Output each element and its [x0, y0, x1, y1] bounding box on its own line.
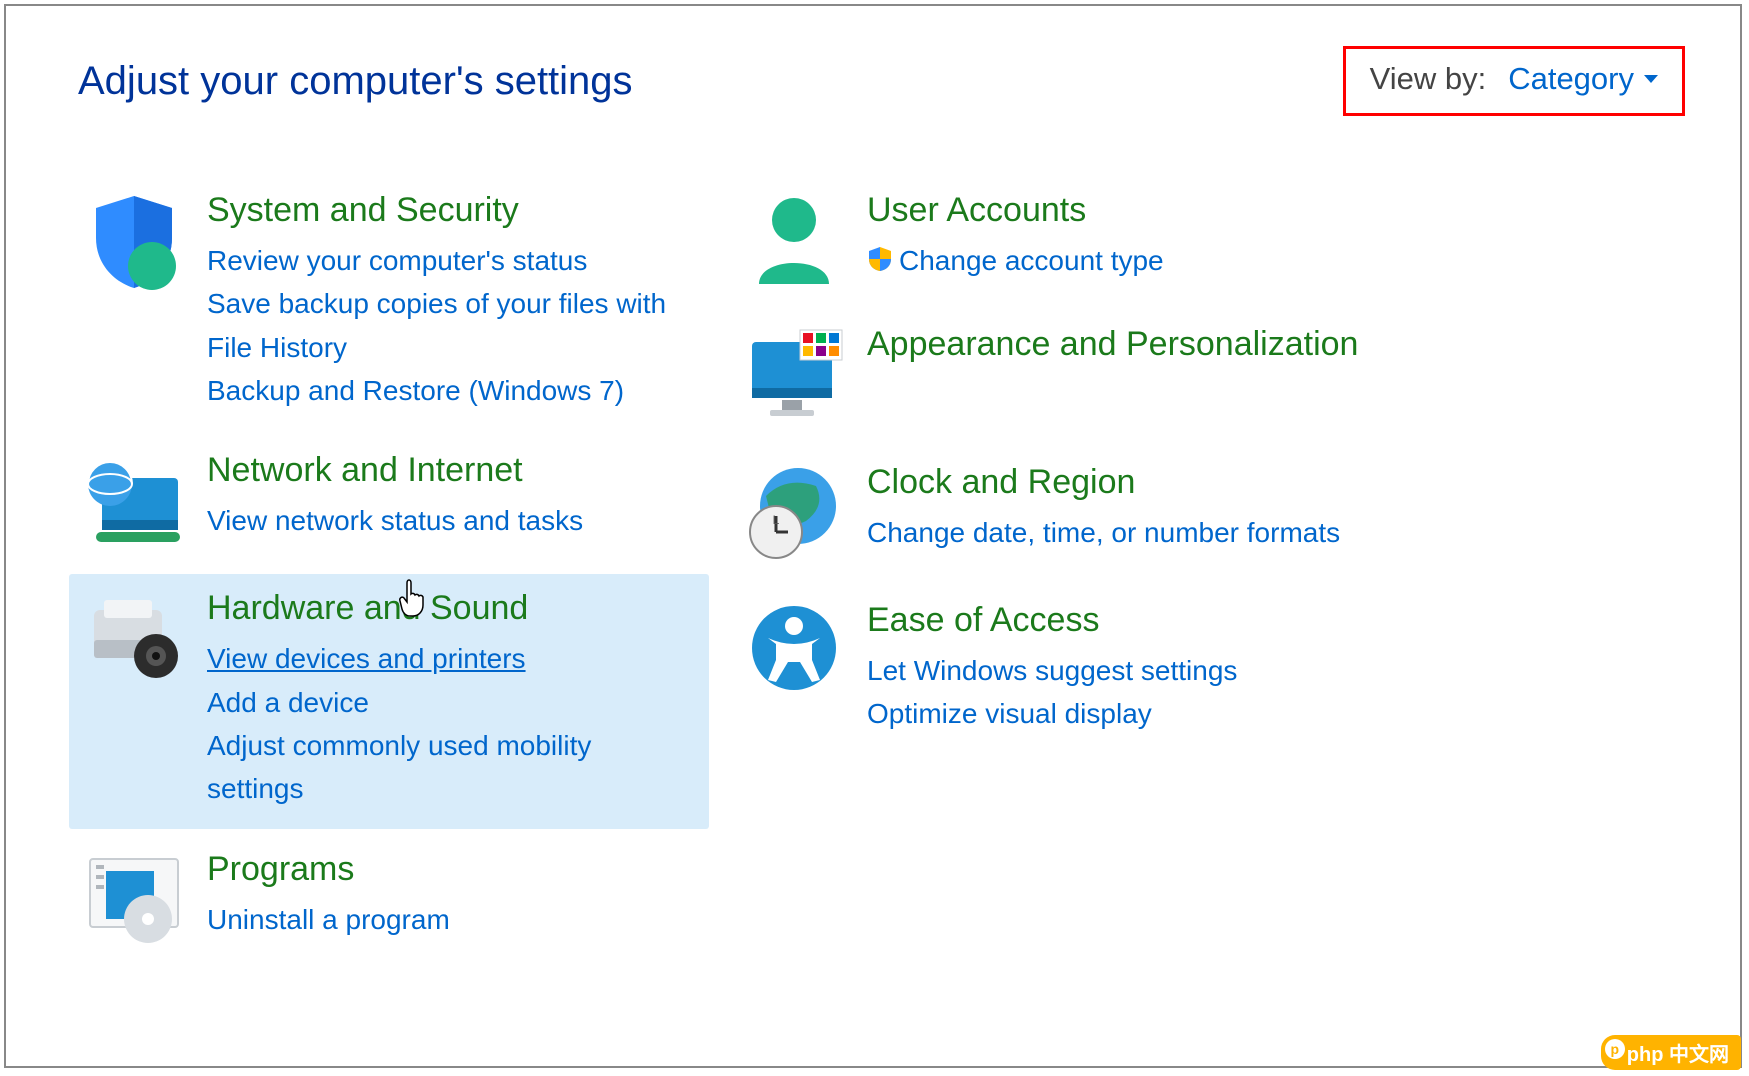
watermark-text: 中文网 [1669, 1044, 1729, 1066]
viewby-value[interactable]: Category [1508, 61, 1658, 97]
categories-container: System and Security Review your computer… [6, 136, 1740, 969]
category-title[interactable]: Programs [207, 849, 693, 890]
uac-shield-icon [867, 241, 893, 284]
category-clock-region[interactable]: L Clock and Region Change date, time, or… [729, 448, 1700, 580]
category-body: Ease of Access Let Windows suggest setti… [849, 600, 1684, 736]
category-title[interactable]: System and Security [207, 190, 693, 231]
monitor-icon [739, 324, 849, 424]
programs-icon [79, 849, 189, 945]
category-user-accounts[interactable]: User Accounts Change account type [729, 176, 1700, 304]
link-add-device[interactable]: Add a device [207, 681, 693, 724]
category-body: System and Security Review your computer… [189, 190, 693, 412]
category-title[interactable]: Clock and Region [867, 462, 1684, 503]
category-title[interactable]: User Accounts [867, 190, 1684, 231]
link-suggest-settings[interactable]: Let Windows suggest settings [867, 649, 1684, 692]
category-body: Hardware and Sound View devices and prin… [189, 588, 693, 810]
category-programs[interactable]: Programs Uninstall a program [69, 835, 709, 963]
network-icon [79, 450, 189, 550]
category-title[interactable]: Network and Internet [207, 450, 693, 491]
watermark: p php 中文网 [1601, 1035, 1741, 1070]
category-hardware-sound[interactable]: Hardware and Sound View devices and prin… [69, 574, 709, 828]
category-body: Clock and Region Change date, time, or n… [849, 462, 1684, 562]
link-network-status[interactable]: View network status and tasks [207, 499, 693, 542]
shield-icon [79, 190, 189, 412]
link-change-account-type[interactable]: Change account type [867, 239, 1684, 284]
user-icon [739, 190, 849, 286]
printer-icon [79, 588, 189, 810]
right-column: User Accounts Change account type [709, 176, 1700, 969]
viewby-value-text: Category [1508, 61, 1634, 97]
category-title[interactable]: Appearance and Personalization [867, 324, 1684, 365]
watermark-logo-icon: p [1605, 1039, 1625, 1059]
link-file-history[interactable]: Save backup copies of your files with Fi… [207, 282, 693, 369]
accessibility-icon [739, 600, 849, 736]
page-title: Adjust your computer's settings [78, 59, 633, 104]
globe-clock-icon: L [739, 462, 849, 562]
link-date-time-formats[interactable]: Change date, time, or number formats [867, 511, 1684, 554]
left-column: System and Security Review your computer… [69, 176, 709, 969]
link-text: Change account type [899, 245, 1164, 276]
link-optimize-display[interactable]: Optimize visual display [867, 692, 1684, 735]
category-title[interactable]: Hardware and Sound [207, 588, 693, 629]
link-uninstall-program[interactable]: Uninstall a program [207, 898, 693, 941]
svg-text:L: L [773, 513, 780, 527]
link-backup-restore[interactable]: Backup and Restore (Windows 7) [207, 369, 693, 412]
category-system-security[interactable]: System and Security Review your computer… [69, 176, 709, 430]
category-appearance[interactable]: Appearance and Personalization [729, 310, 1700, 442]
category-body: Network and Internet View network status… [189, 450, 693, 550]
category-body: Appearance and Personalization [849, 324, 1684, 424]
category-title[interactable]: Ease of Access [867, 600, 1684, 641]
category-body: Programs Uninstall a program [189, 849, 693, 945]
category-ease-of-access[interactable]: Ease of Access Let Windows suggest setti… [729, 586, 1700, 754]
chevron-down-icon [1644, 75, 1658, 83]
category-body: User Accounts Change account type [849, 190, 1684, 286]
link-devices-printers[interactable]: View devices and printers [207, 637, 693, 680]
window-frame: Adjust your computer's settings View by:… [4, 4, 1742, 1068]
link-mobility-settings[interactable]: Adjust commonly used mobility settings [207, 724, 693, 811]
link-review-status[interactable]: Review your computer's status [207, 239, 693, 282]
viewby-dropdown[interactable]: View by: Category [1343, 46, 1685, 116]
category-network-internet[interactable]: Network and Internet View network status… [69, 436, 709, 568]
header: Adjust your computer's settings View by:… [6, 6, 1740, 136]
viewby-label: View by: [1370, 61, 1487, 97]
